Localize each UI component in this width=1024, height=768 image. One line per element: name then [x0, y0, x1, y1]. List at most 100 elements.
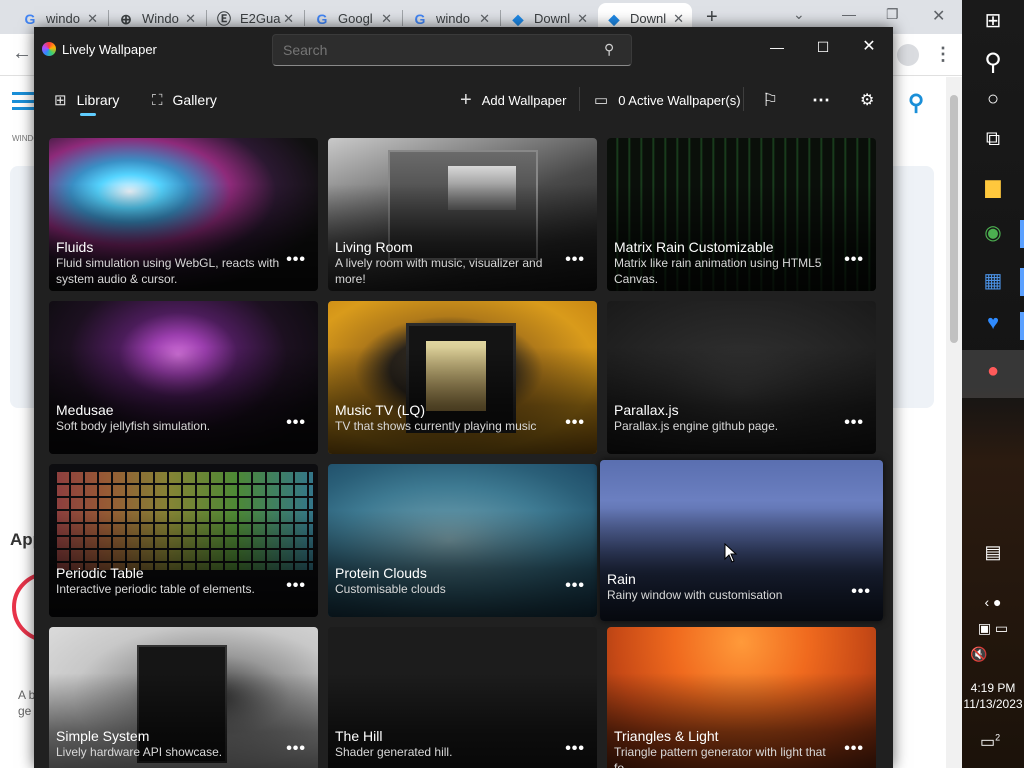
google-icon: G	[316, 10, 328, 27]
lively-window: Lively Wallpaper ⚲ — ☐ ✕ ⊞ Library ⛶ Gal…	[34, 27, 893, 768]
file-explorer-icon[interactable]: ▆	[962, 174, 1024, 199]
card-description: Fluid simulation using WebGL, reacts wit…	[56, 256, 280, 286]
card-title: Protein Clouds	[335, 565, 427, 581]
chrome-icon[interactable]: ◉	[962, 220, 1024, 245]
close-icon[interactable]: ✕	[87, 11, 98, 27]
tab-label: Downl	[534, 11, 571, 26]
card-more-button[interactable]: •••	[286, 577, 306, 595]
card-description: Lively hardware API showcase.	[56, 745, 223, 759]
card-more-button[interactable]: •••	[286, 414, 306, 432]
close-icon[interactable]: ✕	[932, 6, 945, 26]
browser-menu-icon[interactable]: ⋮	[934, 44, 952, 65]
notification-count: 2	[995, 732, 1001, 743]
more-icon: ⋯	[812, 89, 830, 110]
reset-screen-button[interactable]: ⚐	[762, 87, 778, 113]
close-icon[interactable]: ✕	[283, 11, 294, 27]
tab-label: windo	[46, 11, 80, 26]
wallpaper-card-hovered[interactable]: Rain Rainy window with customisation •••	[600, 460, 883, 621]
card-description: TV that shows currently playing music	[335, 419, 537, 433]
new-tab-button[interactable]: +	[706, 6, 718, 29]
lively-taskbar-icon[interactable]: ●	[962, 360, 1024, 383]
card-description: Shader generated hill.	[335, 745, 453, 759]
profile-avatar[interactable]	[897, 44, 919, 66]
cortana-icon[interactable]: ○	[962, 88, 1024, 111]
settings-button[interactable]: ⚙	[860, 87, 874, 113]
screen-flag-icon: ⚐	[762, 89, 779, 110]
card-more-button[interactable]: •••	[844, 414, 864, 432]
close-button[interactable]: ✕	[846, 33, 892, 61]
card-description: Parallax.js engine github page.	[614, 419, 779, 433]
card-more-button[interactable]: •••	[565, 577, 585, 595]
card-more-button[interactable]: •••	[565, 414, 585, 432]
minimize-icon[interactable]: —	[842, 6, 856, 22]
tab-label: Googl	[338, 11, 373, 26]
windows-start-icon[interactable]: ⊞	[962, 8, 1024, 33]
search-icon[interactable]: ⚲	[962, 48, 1024, 77]
news-widget-icon[interactable]: ▤	[962, 542, 1024, 563]
store-icon[interactable]: ▦	[962, 268, 1024, 293]
scrollbar-thumb[interactable]	[950, 95, 958, 343]
button-label: 0 Active Wallpaper(s)	[618, 92, 741, 108]
card-more-button[interactable]: •••	[286, 740, 306, 758]
card-more-button[interactable]: •••	[565, 740, 585, 758]
health-app-icon[interactable]: ♥	[962, 312, 1024, 335]
card-title: Triangles & Light	[614, 728, 719, 744]
tray-icons[interactable]: ▣ ▭	[962, 620, 1024, 637]
task-view-icon[interactable]: ⧉	[962, 128, 1024, 151]
card-title: Rain	[607, 571, 636, 587]
divider	[579, 87, 580, 111]
card-more-button[interactable]: •••	[286, 251, 306, 269]
app-title: Lively Wallpaper	[62, 42, 157, 57]
button-label: Add Wallpaper	[481, 92, 567, 108]
notification-center-icon[interactable]: ▭2	[980, 732, 1000, 752]
close-icon[interactable]: ✕	[185, 11, 196, 27]
wallpaper-card[interactable]: The Hill Shader generated hill. •••	[328, 627, 597, 768]
close-icon[interactable]: ✕	[673, 11, 684, 27]
card-more-button[interactable]: •••	[844, 740, 864, 758]
restore-icon[interactable]: ❐	[886, 6, 899, 23]
close-icon[interactable]: ✕	[479, 11, 490, 27]
close-icon[interactable]: ✕	[577, 11, 588, 27]
wallpaper-card[interactable]: Medusae Soft body jellyfish simulation. …	[49, 301, 318, 454]
globe-icon: ⊕	[120, 10, 132, 27]
taskbar-clock[interactable]: 4:19 PM 11/13/2023	[962, 680, 1024, 712]
minimize-button[interactable]: —	[754, 33, 800, 61]
wallpaper-card[interactable]: Protein Clouds Customisable clouds •••	[328, 464, 597, 617]
search-icon[interactable]: ⚲	[604, 41, 614, 58]
card-more-button[interactable]: •••	[565, 251, 585, 269]
search-icon[interactable]: ⚲	[908, 90, 924, 116]
more-options-button[interactable]: ⋯	[812, 87, 830, 113]
back-arrow-icon[interactable]: ←	[12, 42, 32, 65]
page-text: ge	[18, 704, 32, 718]
hamburger-menu-icon[interactable]	[12, 92, 34, 110]
google-icon: G	[414, 10, 426, 27]
tab-search-icon[interactable]: ⌄	[793, 6, 805, 23]
library-grid-icon: ⊞	[54, 92, 67, 109]
wallpaper-card[interactable]: Periodic Table Interactive periodic tabl…	[49, 464, 318, 617]
tab-library[interactable]: ⊞ Library	[54, 87, 119, 113]
gallery-bag-icon: ⛶	[152, 91, 163, 109]
wallpaper-card[interactable]: Living Room A lively room with music, vi…	[328, 138, 597, 291]
active-wallpapers-button[interactable]: ▭ 0 Active Wallpaper(s)	[594, 87, 741, 113]
monitor-icon: ▭	[594, 92, 609, 109]
tray-chevron-icon[interactable]: ‹ ●	[962, 594, 1024, 610]
wallpaper-card[interactable]: Simple System Lively hardware API showca…	[49, 627, 318, 768]
card-more-button[interactable]: •••	[844, 251, 864, 269]
maximize-button[interactable]: ☐	[800, 33, 846, 61]
wallpaper-card[interactable]: Music TV (LQ) TV that shows currently pl…	[328, 301, 597, 454]
card-more-button[interactable]: •••	[851, 583, 871, 601]
card-description: Customisable clouds	[335, 582, 446, 596]
tab-gallery[interactable]: ⛶ Gallery	[152, 87, 217, 113]
wallpaper-card[interactable]: Triangles & Light Triangle pattern gener…	[607, 627, 876, 768]
wallpaper-card[interactable]: Matrix Rain Customizable Matrix like rai…	[607, 138, 876, 291]
card-title: Periodic Table	[56, 565, 144, 581]
search-input[interactable]	[272, 34, 632, 66]
wallpaper-card[interactable]: Parallax.js Parallax.js engine github pa…	[607, 301, 876, 454]
tab-label: Windo	[142, 11, 179, 26]
close-icon[interactable]: ✕	[381, 11, 392, 27]
volume-muted-icon[interactable]: 🔇	[962, 646, 1024, 663]
active-tab-indicator	[80, 113, 96, 116]
add-wallpaper-button[interactable]: + Add Wallpaper	[460, 87, 566, 113]
wallpaper-card[interactable]: Fluids Fluid simulation using WebGL, rea…	[49, 138, 318, 291]
card-title: Parallax.js	[614, 402, 679, 418]
